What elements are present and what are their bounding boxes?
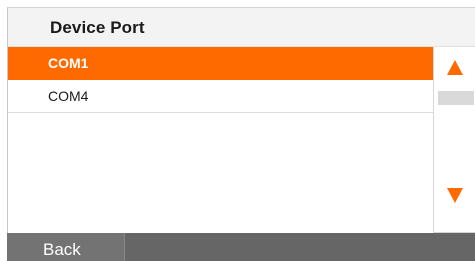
device-port-panel: Device Port COM1 COM4 [7,7,475,233]
port-item-com4[interactable]: COM4 [8,80,433,113]
device-port-screen: Device Port COM1 COM4 Back [0,0,475,261]
footer-bar: Back [7,233,475,261]
arrow-up-icon[interactable] [447,60,463,75]
back-button[interactable]: Back [7,233,125,261]
panel-title: Device Port [50,18,145,37]
scrollbar-thumb[interactable] [438,91,474,105]
back-button-label: Back [43,240,81,259]
panel-header: Device Port [8,8,475,47]
port-item-com1[interactable]: COM1 [8,47,433,80]
port-list: COM1 COM4 [8,47,433,233]
arrow-down-icon[interactable] [447,188,463,203]
port-item-label: COM1 [48,55,89,71]
port-item-label: COM4 [48,88,89,104]
list-scrollbar[interactable] [433,47,475,233]
